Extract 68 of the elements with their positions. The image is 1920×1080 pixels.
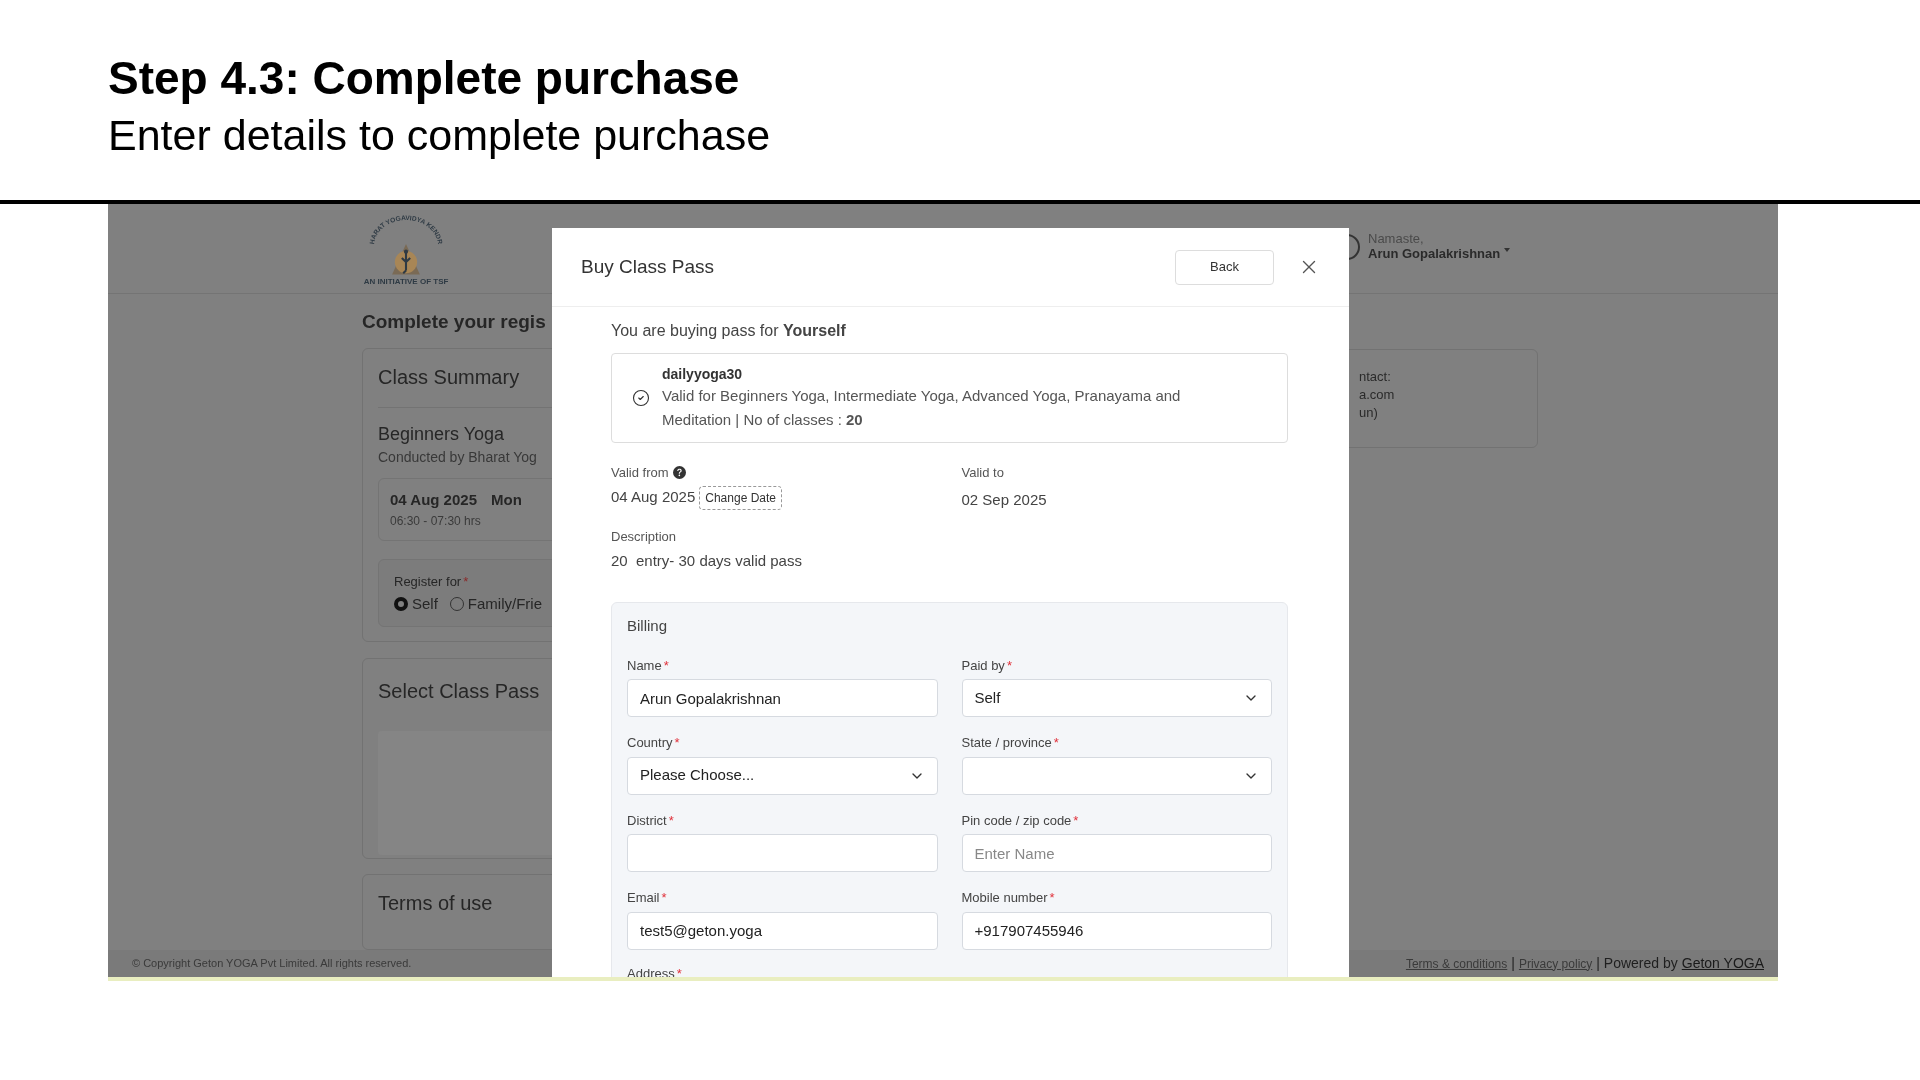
required-mark: * xyxy=(663,656,669,675)
description-label: Description xyxy=(611,528,678,546)
page-heading: Complete your regis xyxy=(362,310,546,334)
class-day: Mon xyxy=(491,489,522,512)
pass-card[interactable]: dailyyoga30 Valid for Beginners Yoga, Intermediate Yoga, Advanced Yoga, Pranayama and Meditation | No of classes : 20 xyxy=(611,353,1288,443)
field-label: Email xyxy=(627,889,660,907)
card-title: Terms of use xyxy=(378,891,493,914)
required-mark: * xyxy=(463,572,469,591)
radio-label: Self xyxy=(412,594,438,614)
field-label: Mobile number xyxy=(961,889,1048,907)
help-icon[interactable] xyxy=(672,466,686,480)
valid-to-date: 02 Sep 2025 xyxy=(961,489,1048,510)
required-mark: * xyxy=(661,889,667,907)
description-text: 20 entry- 30 days valid pass xyxy=(611,550,803,571)
footer-text: | xyxy=(1511,954,1515,973)
brand-link[interactable]: Geton YOGA xyxy=(1681,953,1764,974)
yoga-figure-icon xyxy=(392,243,420,276)
class-time: 06:30 - 07:30 hrs xyxy=(390,512,482,530)
pass-name: dailyyoga30 xyxy=(662,365,744,384)
input-field[interactable] xyxy=(627,834,938,872)
radio-label: Family/Frie xyxy=(467,594,543,614)
contact-text: ntact: xyxy=(1359,368,1392,386)
card-title: Select Class Pass xyxy=(378,678,540,704)
card-title: Class Summary xyxy=(378,365,520,390)
input-field[interactable]: Arun Gopalakrishnan xyxy=(627,679,938,717)
required-mark: * xyxy=(1049,889,1055,907)
input-field[interactable]: +917907455946 xyxy=(961,911,1272,950)
user-name[interactable]: Arun Gopalakrishnan xyxy=(1368,245,1501,261)
valid-to-label: Valid to xyxy=(961,464,1005,482)
billing-title: Billing xyxy=(627,616,669,636)
required-mark: * xyxy=(1006,656,1012,675)
contact-text: un) xyxy=(1359,404,1379,422)
field-label: Paid by xyxy=(961,656,1005,675)
buying-for-text: You are buying pass for Yourself xyxy=(611,321,847,341)
conducted-by-text: Conducted by Bharat Yog xyxy=(378,448,537,467)
valid-from-date: 04 Aug 2025 xyxy=(611,487,696,508)
select-field[interactable] xyxy=(961,756,1272,795)
field-label: Country xyxy=(627,734,673,752)
field-label: Address xyxy=(627,964,675,977)
contact-text: a.com xyxy=(1359,386,1396,404)
required-mark: * xyxy=(668,811,674,830)
required-mark: * xyxy=(1073,811,1079,830)
input-field[interactable]: Enter Name xyxy=(961,834,1272,872)
dialog-title: Buy Class Pass xyxy=(581,254,715,279)
slide-title: Step 4.3: Complete purchase xyxy=(108,51,741,106)
back-button[interactable]: Back xyxy=(1175,249,1274,285)
copyright-text: © Copyright Geton YOGA Pvt Limited. All rights reserved. xyxy=(132,956,412,972)
valid-from-label: Valid from xyxy=(611,464,669,482)
class-date: 04 Aug 2025 xyxy=(390,490,477,510)
required-mark: * xyxy=(1053,734,1059,752)
footer-text: | Powered by xyxy=(1596,954,1678,973)
radio-button[interactable] xyxy=(394,597,408,612)
field-label: Pin code / zip code xyxy=(961,811,1072,830)
input-field[interactable]: test5@geton.yoga xyxy=(627,911,938,950)
required-mark: * xyxy=(676,964,682,977)
class-name: Beginners Yoga xyxy=(378,423,505,446)
logo-tagline: AN INITIATIVE OF TSF xyxy=(363,277,449,286)
pass-details: Valid for Beginners Yoga, Intermediate Yoga, Advanced Yoga, Pranayama and Meditation | No of classes : 20 xyxy=(662,386,1182,430)
select-field[interactable]: Self xyxy=(961,679,1272,717)
required-mark: * xyxy=(674,734,680,752)
slide-subtitle: Enter details to complete purchase xyxy=(108,110,772,161)
field-label: District xyxy=(627,811,667,830)
change-date-button[interactable]: Change Date xyxy=(699,485,782,510)
caret-icon[interactable] xyxy=(1504,247,1511,252)
register-label: Register for xyxy=(394,572,462,591)
field-label: State / province xyxy=(961,734,1052,752)
select-field[interactable]: Please Choose... xyxy=(627,756,938,795)
field-label: Name xyxy=(627,656,662,675)
